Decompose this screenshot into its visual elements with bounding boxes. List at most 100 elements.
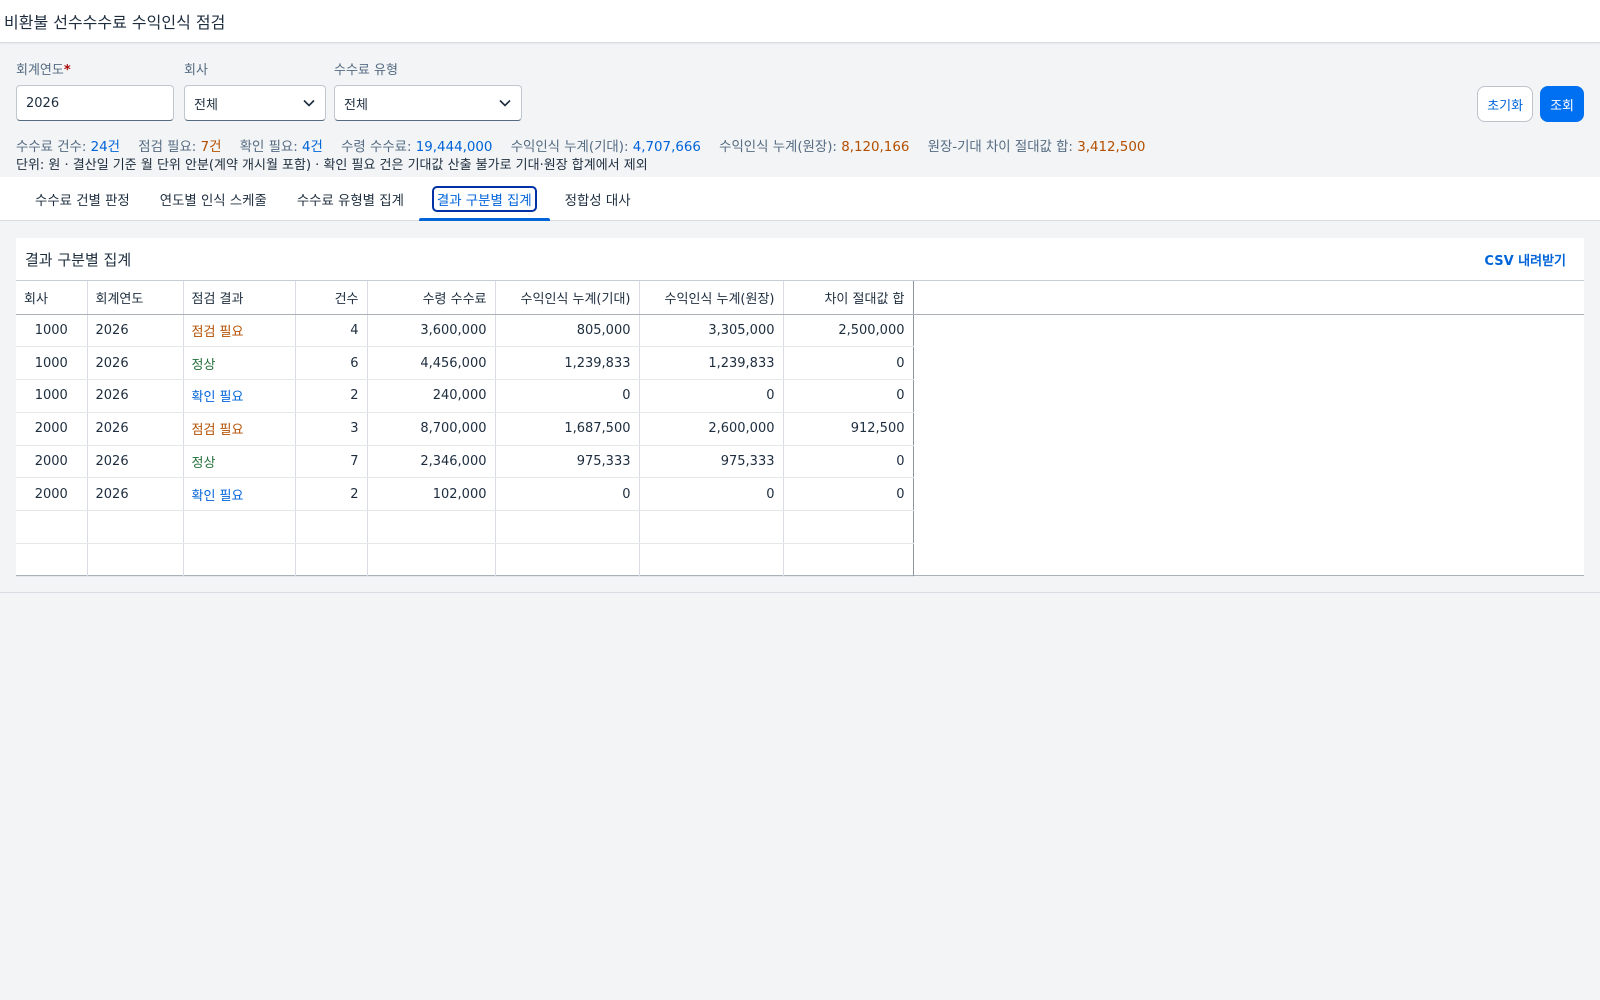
empty-cell bbox=[783, 543, 914, 577]
cell-cum-expected: 1,687,500 bbox=[495, 412, 640, 446]
summary-bar: 수수료 건수: 24건 점검 필요: 7건 확인 필요: 4건 수령 수수료: … bbox=[0, 139, 1600, 175]
column-header[interactable]: 차이 절대값 합 bbox=[783, 281, 914, 315]
cell-cum-ledger: 2,600,000 bbox=[639, 412, 784, 446]
empty-cell bbox=[783, 510, 914, 545]
cell-cum-ledger: 0 bbox=[639, 379, 784, 413]
column-header[interactable]: 점검 결과 bbox=[183, 281, 296, 315]
kpi-cum-expected: 수익인식 누계(기대): 4,707,666 bbox=[510, 140, 701, 155]
column-header[interactable]: 건수 bbox=[295, 281, 368, 315]
cell-result-status: 정상 bbox=[183, 346, 296, 381]
tab-fee-type-summary[interactable]: 수수료 유형별 집계 bbox=[282, 177, 419, 221]
cell-company: 1000 bbox=[16, 314, 88, 348]
kpi-check-needed: 점검 필요: 7건 bbox=[138, 140, 222, 155]
search-button[interactable]: 조회 bbox=[1540, 86, 1584, 122]
cell-cum-expected: 0 bbox=[495, 379, 640, 413]
tab-yearly-schedule[interactable]: 연도별 인식 스케줄 bbox=[145, 177, 282, 221]
cell-cum-ledger: 975,333 bbox=[639, 445, 784, 479]
cell-company: 1000 bbox=[16, 379, 88, 413]
cell-count: 4 bbox=[295, 314, 368, 348]
table-row[interactable]: 1000 2026 정상 6 4,456,000 1,239,833 1,239… bbox=[16, 346, 914, 381]
table-row[interactable]: 2000 2026 점검 필요 3 8,700,000 1,687,500 2,… bbox=[16, 412, 914, 446]
cell-company: 2000 bbox=[16, 477, 88, 512]
result-summary-panel: 결과 구분별 집계 CSV 내려받기 회사 회계연도 점검 결과 건수 수령 수… bbox=[16, 238, 1584, 577]
cell-result-status: 정상 bbox=[183, 445, 296, 479]
cell-diff-sum: 0 bbox=[783, 477, 914, 512]
empty-cell bbox=[87, 543, 184, 577]
cell-cum-ledger: 1,239,833 bbox=[639, 346, 784, 381]
cell-diff-sum: 0 bbox=[783, 346, 914, 381]
cell-count: 6 bbox=[295, 346, 368, 381]
fiscal-year-field: 회계연도* 2026 bbox=[16, 59, 174, 131]
company-select[interactable]: 전체 bbox=[184, 85, 326, 121]
page-title: 비환불 선수수수료 수익인식 점검 bbox=[4, 13, 226, 32]
column-header[interactable]: 수령 수수료 bbox=[367, 281, 496, 315]
cell-cum-ledger: 3,305,000 bbox=[639, 314, 784, 348]
company-label: 회사 bbox=[184, 63, 208, 78]
required-mark: * bbox=[63, 63, 71, 78]
fiscal-year-input[interactable]: 2026 bbox=[16, 85, 174, 121]
table-row[interactable]: 1000 2026 점검 필요 4 3,600,000 805,000 3,30… bbox=[16, 314, 914, 348]
cell-cum-expected: 805,000 bbox=[495, 314, 640, 348]
cell-received-fee: 3,600,000 bbox=[367, 314, 496, 348]
empty-cell bbox=[16, 543, 88, 577]
empty-cell bbox=[295, 543, 368, 577]
empty-cell bbox=[295, 510, 368, 545]
cell-diff-sum: 912,500 bbox=[783, 412, 914, 446]
fee-type-label: 수수료 유형 bbox=[334, 63, 398, 78]
table-row[interactable]: 2000 2026 정상 7 2,346,000 975,333 975,333… bbox=[16, 445, 914, 479]
company-field: 회사 전체 bbox=[184, 59, 326, 131]
empty-cell bbox=[183, 510, 296, 545]
fee-type-field: 수수료 유형 전체 bbox=[334, 59, 522, 131]
empty-cell bbox=[183, 543, 296, 577]
result-summary-table: 회사 회계연도 점검 결과 건수 수령 수수료 수익인식 누계(기대) 수익인식… bbox=[16, 281, 914, 577]
cell-received-fee: 102,000 bbox=[367, 477, 496, 512]
empty-cell bbox=[367, 543, 496, 577]
cell-company: 2000 bbox=[16, 445, 88, 479]
cell-cum-expected: 1,239,833 bbox=[495, 346, 640, 381]
cell-fiscal-year: 2026 bbox=[87, 346, 184, 381]
empty-cell bbox=[87, 510, 184, 545]
chevron-down-icon bbox=[499, 99, 511, 107]
fee-type-select[interactable]: 전체 bbox=[334, 85, 522, 121]
grid-header-filler bbox=[913, 281, 1584, 315]
tab-fee-judgement[interactable]: 수수료 건별 판정 bbox=[20, 177, 145, 221]
table-row-empty bbox=[16, 510, 914, 545]
column-header[interactable]: 회계연도 bbox=[87, 281, 184, 315]
tab-result-summary[interactable]: 결과 구분별 집계 bbox=[418, 177, 550, 221]
cell-result-status: 확인 필요 bbox=[183, 379, 296, 413]
company-value: 전체 bbox=[194, 97, 218, 113]
cell-cum-expected: 0 bbox=[495, 477, 640, 512]
empty-cell bbox=[367, 510, 496, 545]
content-divider bbox=[0, 592, 1600, 593]
column-header[interactable]: 수익인식 누계(원장) bbox=[639, 281, 784, 315]
csv-download-link[interactable]: CSV 내려받기 bbox=[1484, 250, 1566, 269]
table-row[interactable]: 2000 2026 확인 필요 2 102,000 0 0 0 bbox=[16, 477, 914, 512]
kpi-confirm-needed: 확인 필요: 4건 bbox=[239, 140, 323, 155]
cell-fiscal-year: 2026 bbox=[87, 445, 184, 479]
kpi-received-fee: 수령 수수료: 19,444,000 bbox=[341, 140, 493, 155]
table-row-empty bbox=[16, 543, 914, 577]
cell-received-fee: 240,000 bbox=[367, 379, 496, 413]
empty-cell bbox=[495, 543, 640, 577]
cell-count: 3 bbox=[295, 412, 368, 446]
fiscal-year-label: 회계연도* bbox=[16, 63, 71, 78]
summary-note: 단위: 원 · 결산일 기준 월 단위 안분(계약 개시월 포함) · 확인 필… bbox=[16, 158, 648, 173]
kpi-fee-count: 수수료 건수: 24건 bbox=[16, 140, 120, 155]
tab-reconciliation[interactable]: 정합성 대사 bbox=[550, 177, 646, 221]
cell-count: 7 bbox=[295, 445, 368, 479]
cell-received-fee: 4,456,000 bbox=[367, 346, 496, 381]
column-header[interactable]: 수익인식 누계(기대) bbox=[495, 281, 640, 315]
tab-bar: 수수료 건별 판정 연도별 인식 스케줄 수수료 유형별 집계 결과 구분별 집… bbox=[0, 177, 1600, 221]
shell-header: 비환불 선수수수료 수익인식 점검 bbox=[0, 0, 1600, 43]
table-row[interactable]: 1000 2026 확인 필요 2 240,000 0 0 0 bbox=[16, 379, 914, 413]
cell-diff-sum: 0 bbox=[783, 379, 914, 413]
cell-count: 2 bbox=[295, 477, 368, 512]
table-header-row: 회사 회계연도 점검 결과 건수 수령 수수료 수익인식 누계(기대) 수익인식… bbox=[16, 281, 914, 315]
cell-count: 2 bbox=[295, 379, 368, 413]
reset-button[interactable]: 초기화 bbox=[1477, 86, 1534, 122]
column-header[interactable]: 회사 bbox=[16, 281, 88, 315]
cell-fiscal-year: 2026 bbox=[87, 412, 184, 446]
result-summary-grid: 회사 회계연도 점검 결과 건수 수령 수수료 수익인식 누계(기대) 수익인식… bbox=[16, 280, 1584, 577]
cell-company: 1000 bbox=[16, 346, 88, 381]
cell-result-status: 확인 필요 bbox=[183, 477, 296, 512]
